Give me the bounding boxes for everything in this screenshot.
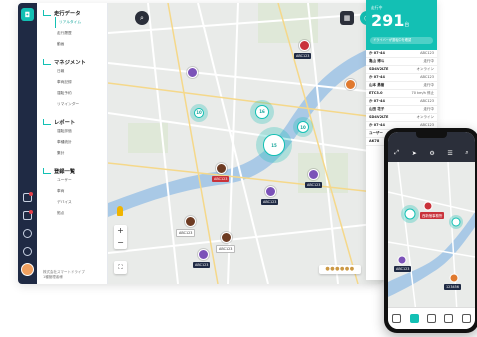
map-background [108, 3, 383, 284]
navigate-icon[interactable]: ➤ [412, 150, 417, 157]
menu-section-management[interactable]: マネジメント [43, 58, 107, 66]
vehicle-label: ABC123 [216, 245, 236, 253]
menu-item-bases[interactable]: 拠点 [43, 208, 107, 219]
app-logo-icon: ◘ [21, 8, 34, 21]
user-avatar[interactable] [21, 263, 34, 276]
expand-icon[interactable]: ⤢ [394, 149, 399, 157]
phone-mockup: ⤢ ➤ ⚙ ☰ ⌕ 西新宿事務所 ABC123 123456 [384, 128, 477, 333]
street-view-icon[interactable] [117, 206, 123, 216]
account-info: 株式会社スマートドライブ 1種管理者様 [43, 270, 85, 280]
vehicle-cluster[interactable]: 16 [250, 100, 274, 124]
menu-item-vehicles[interactable]: 車両 [43, 186, 107, 197]
menu-item-reservation[interactable]: 運転予約 [43, 88, 107, 99]
menu-item-reminder[interactable]: リマインダー [43, 99, 107, 110]
menu-item-evaluation[interactable]: 運転評価 [43, 126, 107, 137]
list-icon [43, 168, 51, 174]
icon-rail: ◘ [18, 3, 37, 284]
map-view[interactable]: ⌕ ▦ ◎ 15 16 10 10 ABC123 ABC123 ABC123 A… [108, 3, 383, 284]
menu-item-daily[interactable]: 日報 [43, 66, 107, 77]
tab-map-icon[interactable] [409, 314, 419, 323]
status-header: 走行中 291台 ドライバーが運転中を確認 [366, 0, 437, 50]
fullscreen-icon[interactable]: ⛶ [114, 261, 127, 274]
phone-base-label: 西新宿事務所 [420, 212, 445, 219]
gear-icon[interactable]: ⚙ [429, 150, 434, 157]
vehicle-marker[interactable] [185, 216, 196, 227]
menu-item-devices[interactable]: デバイス [43, 197, 107, 208]
vehicle-marker[interactable] [345, 79, 356, 90]
vehicle-cluster[interactable]: 10 [293, 117, 313, 137]
list-item[interactable]: ETC3.0 70 km/h 停止 [366, 90, 437, 98]
menu-item-summary[interactable]: 集計 [43, 148, 107, 159]
map-legend: ●●●●●● [319, 265, 361, 274]
menu-item-stats[interactable]: 車種統計 [43, 137, 107, 148]
phone-notch [416, 132, 447, 138]
vehicle-count: 291台 [371, 11, 410, 30]
list-item[interactable]: か 07-44 ABC123 [366, 50, 437, 58]
list-item[interactable]: か 07-44 ABC123 [366, 98, 437, 106]
vehicle-marker[interactable] [308, 169, 319, 180]
zoom-in-icon[interactable]: + [114, 225, 127, 237]
side-menu: 走行データ リアルタイム 走行履歴 動画 マネジメント 日報 車両記録 運転予約… [37, 3, 108, 284]
vehicle-label: ABC123 [193, 262, 211, 268]
list-item[interactable]: SD4V2LTE オンライン [366, 66, 437, 74]
vehicle-marker[interactable] [187, 67, 198, 78]
vehicle-label: ABC123 [261, 199, 279, 205]
settings-icon[interactable] [23, 247, 32, 256]
list-icon[interactable]: ☰ [447, 150, 452, 157]
vehicle-label: ABC123 [305, 182, 323, 188]
menu-item-vehicle-record[interactable]: 車両記録 [43, 77, 107, 88]
vehicle-cluster[interactable]: 10 [190, 104, 208, 122]
vehicle-marker[interactable] [221, 232, 232, 243]
phone-screen: ⤢ ➤ ⚙ ☰ ⌕ 西新宿事務所 ABC123 123456 [388, 132, 475, 329]
search-icon[interactable]: ⌕ [465, 149, 468, 157]
list-item[interactable]: 山田 花子 走行中 [366, 106, 437, 114]
zoom-out-icon[interactable]: − [114, 237, 127, 249]
menu-section-driving[interactable]: 走行データ [43, 9, 107, 17]
menu-item-users[interactable]: ユーザー [43, 175, 107, 186]
vehicle-label: ABC123 [212, 176, 230, 182]
zoom-control: + − [114, 225, 127, 249]
list-item[interactable]: SD4V2LTE オンライン [366, 114, 437, 122]
vehicle-label: ABC123 [294, 53, 312, 59]
vehicle-label: ABC123 [176, 229, 196, 237]
menu-item-video[interactable]: 動画 [43, 39, 107, 50]
vehicle-marker[interactable] [299, 40, 310, 51]
menu-item-history[interactable]: 走行履歴 [43, 28, 107, 39]
menu-item-realtime[interactable]: リアルタイム [55, 17, 107, 28]
role-name: 1種管理者様 [43, 275, 63, 279]
tab-car-icon[interactable] [426, 314, 436, 323]
layers-icon[interactable]: ▦ [340, 11, 354, 25]
status-title: 走行中 [371, 5, 383, 10]
menu-section-registry[interactable]: 登録一覧 [43, 167, 107, 175]
phone-vehicle-label: ABC123 [394, 266, 412, 272]
menu-section-report[interactable]: レポート [43, 118, 107, 126]
tab-home-icon[interactable] [392, 314, 402, 323]
list-item[interactable]: 亀山 博斗 走行中 [366, 58, 437, 66]
help-icon[interactable] [23, 229, 32, 238]
phone-tabbar [388, 307, 475, 329]
web-app-window: ◘ 走行データ リアルタイム 走行履歴 動画 マネジメント 日報 車両記録 運転… [18, 3, 383, 284]
phone-vehicle-label: 123456 [444, 284, 461, 290]
list-item[interactable]: 山本 勇樹 走行中 [366, 82, 437, 90]
vehicle-marker[interactable] [265, 186, 276, 197]
list-item[interactable]: か 07-44 ABC123 [366, 74, 437, 82]
search-icon[interactable]: ⌕ [135, 11, 149, 25]
status-notice[interactable]: ドライバーが運転中を確認 [370, 37, 433, 44]
vehicle-marker[interactable] [216, 163, 227, 174]
message-icon[interactable] [23, 210, 33, 220]
tab-menu-icon[interactable] [461, 314, 471, 323]
notification-icon[interactable] [23, 192, 33, 202]
manage-icon [43, 59, 51, 65]
bar-chart-icon [43, 119, 51, 125]
tab-report-icon[interactable] [444, 314, 454, 323]
chart-line-icon [43, 10, 51, 16]
vehicle-cluster[interactable]: 15 [256, 127, 292, 163]
vehicle-marker[interactable] [198, 249, 209, 260]
